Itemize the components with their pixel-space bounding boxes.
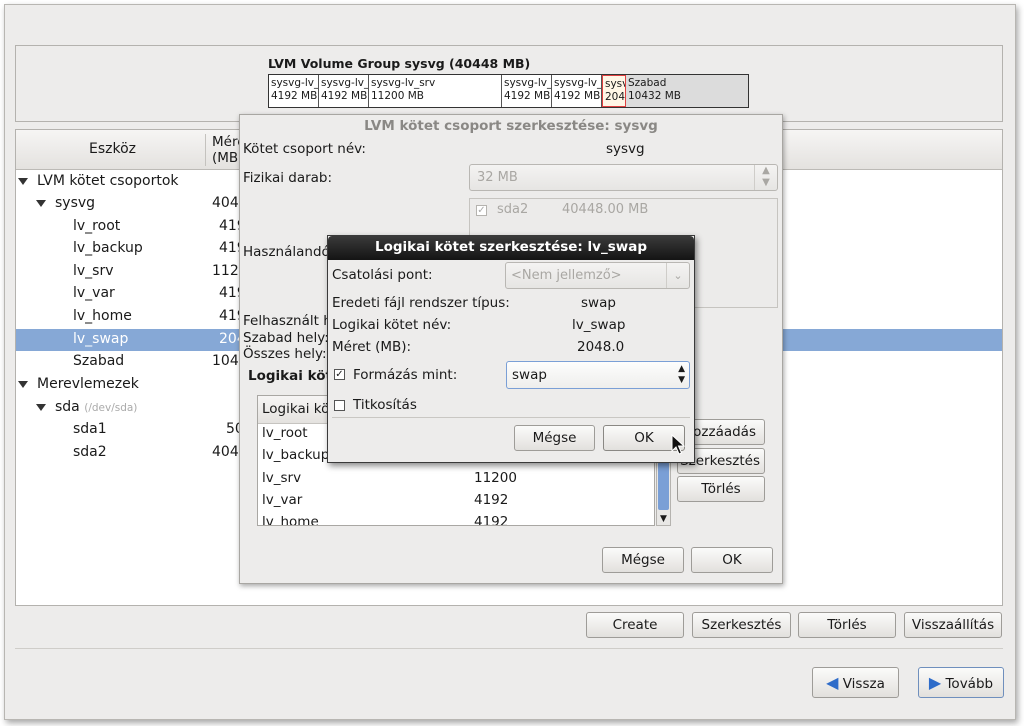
arrow-left-icon: ◀	[826, 673, 839, 692]
vg-dialog-title: LVM kötet csoport szerkesztése: sysvg	[364, 118, 658, 134]
lv-row[interactable]: lv_root	[262, 425, 308, 441]
expander-icon[interactable]	[36, 200, 46, 207]
expander-icon[interactable]	[18, 381, 28, 388]
header-device[interactable]: Eszköz	[89, 141, 136, 157]
tree-row-sda1[interactable]: sda1	[73, 421, 107, 437]
lvm-segment-lv_srv[interactable]: sysvg-lv_srv 11200 MB	[369, 75, 502, 107]
tree-row-sda[interactable]: sda (/dev/sda)	[55, 399, 137, 415]
encrypt-checkbox[interactable]	[334, 400, 345, 411]
lv-cancel-button[interactable]: Mégse	[514, 425, 595, 451]
format-combo[interactable]: swap ▲ ▼	[506, 361, 690, 389]
vg-name-value: sysvg	[606, 141, 645, 157]
pe-select[interactable]: 32 MB ▲ ▼	[469, 164, 778, 191]
updown-icon: ▲ ▼	[678, 364, 685, 385]
lv-row[interactable]: lv_home	[262, 514, 319, 525]
vg-delete-button[interactable]: Törlés	[677, 476, 765, 502]
pv-label: Használandó fizikai kötetek:	[243, 244, 328, 260]
lv-row-size: 11200	[474, 470, 517, 486]
free-space-label: Szabad hely:	[243, 330, 329, 346]
orig-fs-value: swap	[581, 295, 616, 311]
tree-row-lvm-groups[interactable]: LVM kötet csoportok	[37, 173, 179, 189]
mouse-cursor-icon	[671, 434, 685, 455]
tree-row-hard-drives[interactable]: Merevlemezek	[37, 376, 139, 392]
size-label: Méret (MB):	[332, 339, 412, 355]
pe-label: Fizikai darab:	[243, 170, 333, 186]
lvm-segment-lv_root[interactable]: sysvg-lv_root4192 MB	[269, 75, 319, 107]
arrow-right-icon: ▶	[928, 673, 942, 692]
separator	[15, 648, 1003, 649]
tree-size-lv_backup: 4192	[219, 240, 240, 256]
lv-row-size: 4192	[474, 514, 509, 526]
tree-size-sda2: 40448	[212, 444, 240, 460]
lv-section-title: Logikai kötetek	[248, 368, 328, 384]
vg-cancel-button[interactable]: Mégse	[602, 547, 684, 573]
back-button[interactable]: ◀ Vissza	[812, 667, 899, 698]
lvm-segment-lv_backup[interactable]: sysvg-lv_backup4192 MB	[319, 75, 369, 107]
tree-row-lv_root[interactable]: lv_root	[73, 218, 120, 234]
lv-row[interactable]: lv_srv	[262, 470, 301, 486]
mount-point-label: Csatolási pont:	[332, 267, 433, 283]
lv-name-value: lv_swap	[572, 317, 626, 333]
pv-name: sda2	[497, 202, 529, 217]
tree-row-sysvg[interactable]: sysvg	[55, 195, 95, 211]
format-checkbox[interactable]: ✓	[334, 369, 345, 380]
tree-size-lv_home: 4192	[219, 308, 240, 324]
lv-row[interactable]: lv_backup	[262, 447, 329, 463]
tree-row-free[interactable]: Szabad	[73, 353, 124, 369]
device-path: (/dev/sda)	[84, 402, 138, 414]
tree-row-lv_backup[interactable]: lv_backup	[73, 240, 143, 256]
lvm-segment-free[interactable]: Szabad 10432 MB	[626, 75, 748, 107]
size-value: 2048.0	[577, 339, 625, 355]
tree-row-lv_var[interactable]: lv_var	[73, 285, 115, 301]
orig-fs-label: Eredeti fájl rendszer típus:	[332, 295, 510, 311]
expander-icon[interactable]	[36, 404, 46, 411]
tree-row-lv_home[interactable]: lv_home	[73, 308, 132, 324]
tree-size-sda1: 500	[226, 421, 240, 437]
header-divider	[205, 134, 206, 166]
expander-icon[interactable]	[18, 178, 28, 185]
create-button[interactable]: Create	[586, 612, 684, 638]
tree-row-lv_srv[interactable]: lv_srv	[73, 263, 114, 279]
mount-point-combo[interactable]: <Nem jellemző> ⌄	[505, 262, 690, 289]
format-label[interactable]: Formázás mint:	[353, 367, 457, 383]
tree-size-lv_var: 4192	[219, 285, 240, 301]
header-size[interactable]: Méret (MB)	[212, 134, 240, 166]
tree-row-lv_swap[interactable]: lv_swap	[73, 331, 128, 347]
scrollbar-thumb[interactable]	[658, 462, 669, 510]
tree-row-sda2[interactable]: sda2	[73, 444, 107, 460]
updown-icon: ▲ ▼	[754, 165, 777, 190]
tree-size-free: 10432	[212, 353, 240, 369]
vg-ok-button[interactable]: OK	[691, 547, 773, 573]
total-space-label: Összes hely:	[243, 346, 327, 362]
edit-button[interactable]: Szerkesztés	[692, 612, 791, 638]
vg-name-label: Kötet csoport név:	[243, 141, 366, 157]
lv-dialog-separator	[332, 417, 690, 418]
lv-row[interactable]: lv_var	[262, 492, 302, 508]
tree-size-lv_root: 4192	[219, 218, 240, 234]
tree-size-lv_swap: 2048	[219, 331, 240, 347]
lvm-segment-lv_swap[interactable]: sysvg-lv_swap2048 MB	[602, 75, 626, 107]
next-button[interactable]: ▶ Tovább	[918, 667, 1004, 698]
chevron-down-icon[interactable]: ▼	[658, 514, 669, 524]
lv-name-label: Logikai kötet név:	[332, 317, 452, 333]
tree-size-lv_srv: 11200	[212, 263, 240, 279]
encrypt-label[interactable]: Titkosítás	[353, 397, 417, 413]
reset-button[interactable]: Visszaállítás	[904, 612, 1002, 638]
lvm-segment-lv_home[interactable]: sysvg-lv_home4192 MB	[552, 75, 602, 107]
lvm-bar-title: LVM Volume Group sysvg (40448 MB)	[268, 56, 531, 71]
pv-size: 40448.00 MB	[562, 202, 649, 217]
lv-dialog-title: Logikai kötet szerkesztése: lv_swap	[375, 239, 647, 255]
pv-checkbox[interactable]: ✓	[476, 205, 487, 216]
used-space-label: Felhasznált hely:	[243, 313, 328, 329]
chevron-down-icon: ⌄	[666, 263, 689, 288]
delete-button[interactable]: Törlés	[798, 612, 896, 638]
tree-size-sysvg: 40448	[212, 195, 240, 211]
lvm-segment-lv_var[interactable]: sysvg-lv_var4192 MB	[502, 75, 552, 107]
lv-row-size: 4192	[474, 492, 509, 508]
lvm-bar[interactable]: sysvg-lv_root4192 MB sysvg-lv_backup4192…	[268, 74, 749, 108]
